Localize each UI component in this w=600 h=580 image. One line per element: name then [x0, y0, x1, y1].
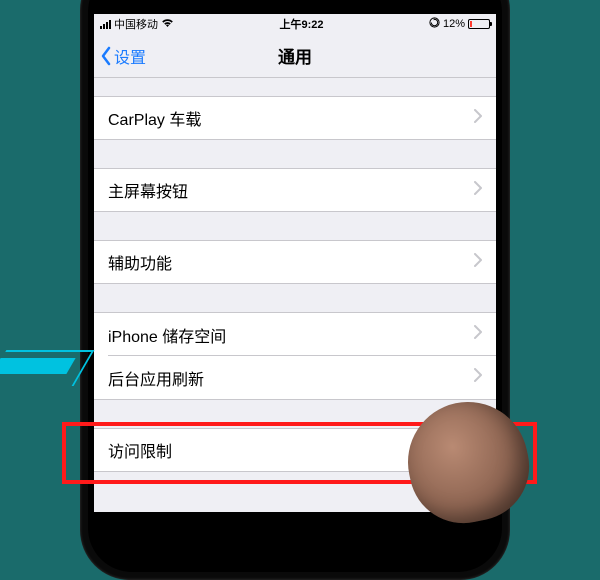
- settings-list[interactable]: CarPlay 车载 主屏幕按钮 辅助功能 iPhone 储存空间: [94, 78, 496, 472]
- chevron-right-icon: [474, 109, 482, 128]
- cell-label: 辅助功能: [108, 250, 474, 274]
- nav-bar: 设置 通用: [94, 34, 496, 78]
- cell-restrictions[interactable]: 访问限制 关: [94, 428, 496, 472]
- wifi-icon: [161, 18, 174, 31]
- decorative-callout: [0, 350, 86, 386]
- clock-label: 上午9:22: [174, 16, 429, 32]
- status-right: 12%: [429, 17, 490, 31]
- cell-carplay[interactable]: CarPlay 车载: [94, 96, 496, 140]
- battery-pct-label: 12%: [443, 18, 465, 30]
- cell-home-button[interactable]: 主屏幕按钮: [94, 168, 496, 212]
- phone-shell: 中国移动 上午9:22 12%: [80, 0, 510, 580]
- signal-icon: [100, 20, 111, 29]
- chevron-right-icon: [474, 441, 482, 460]
- carrier-label: 中国移动: [114, 16, 158, 32]
- cell-label: CarPlay 车载: [108, 106, 474, 130]
- back-button[interactable]: 设置: [94, 44, 146, 68]
- orientation-lock-icon: [429, 17, 440, 31]
- cell-label: iPhone 储存空间: [108, 323, 474, 347]
- cell-background-refresh[interactable]: 后台应用刷新: [94, 356, 496, 400]
- chevron-left-icon: [100, 46, 112, 66]
- back-label: 设置: [114, 44, 146, 68]
- cell-accessibility[interactable]: 辅助功能: [94, 240, 496, 284]
- phone-inner: 中国移动 上午9:22 12%: [88, 0, 502, 572]
- status-left: 中国移动: [100, 16, 174, 32]
- chevron-right-icon: [474, 181, 482, 200]
- cell-value: 关: [453, 440, 468, 461]
- cell-iphone-storage[interactable]: iPhone 储存空间: [94, 312, 496, 356]
- page-title: 通用: [94, 43, 496, 68]
- cell-label: 后台应用刷新: [108, 366, 474, 390]
- chevron-right-icon: [474, 368, 482, 387]
- screen: 中国移动 上午9:22 12%: [94, 14, 496, 512]
- chevron-right-icon: [474, 253, 482, 272]
- cell-label: 主屏幕按钮: [108, 178, 474, 202]
- battery-icon: [468, 19, 490, 29]
- status-bar: 中国移动 上午9:22 12%: [94, 14, 496, 34]
- cell-label: 访问限制: [108, 438, 453, 462]
- chevron-right-icon: [474, 325, 482, 344]
